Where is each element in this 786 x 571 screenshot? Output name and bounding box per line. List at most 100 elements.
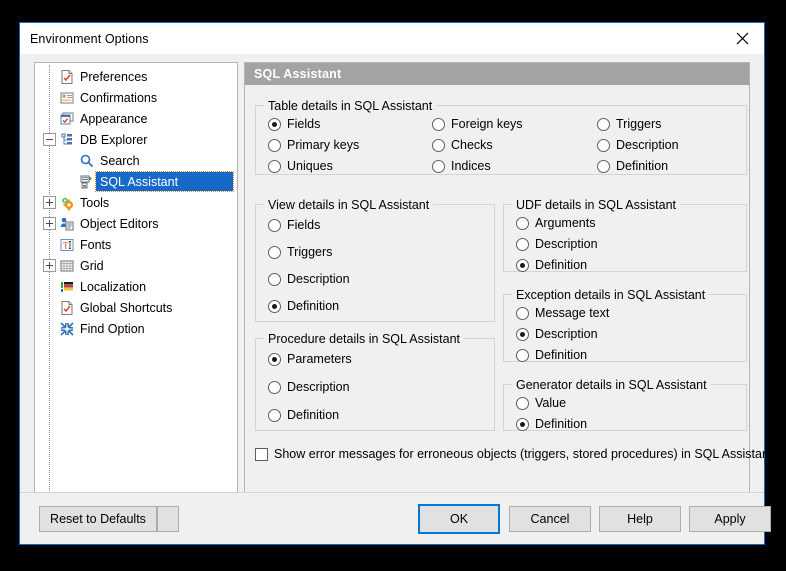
group-legend: Table details in SQL Assistant bbox=[264, 99, 436, 113]
reset-to-defaults-button[interactable]: Reset to Defaults bbox=[39, 506, 157, 532]
group-view-details: View details in SQL Assistant Fields Tri… bbox=[255, 204, 495, 322]
radio-udf-definition[interactable]: Definition bbox=[516, 258, 587, 272]
preferences-icon bbox=[59, 69, 76, 85]
radio-generator-value[interactable]: Value bbox=[516, 396, 566, 410]
cancel-label: Cancel bbox=[531, 512, 570, 526]
radio-exception-description[interactable]: Description bbox=[516, 327, 598, 341]
sidebar-item-db-explorer[interactable]: DB Explorer bbox=[35, 129, 237, 150]
global-shortcuts-icon bbox=[59, 300, 76, 316]
radio-table-triggers[interactable]: Triggers bbox=[597, 117, 661, 131]
sidebar-item-localization[interactable]: Localization bbox=[35, 276, 237, 297]
sidebar-item-search[interactable]: Search bbox=[35, 150, 237, 171]
radio-view-definition[interactable]: Definition bbox=[268, 299, 339, 313]
db-explorer-icon bbox=[59, 132, 76, 148]
radio-label: Checks bbox=[451, 138, 493, 152]
checkbox-show-error-messages[interactable]: Show error messages for erroneous object… bbox=[255, 447, 772, 461]
sidebar-item-label: Preferences bbox=[76, 70, 152, 84]
radio-label: Description bbox=[535, 327, 598, 341]
sidebar-item-sql-assistant[interactable]: SQL Assistant bbox=[35, 171, 237, 192]
dialog-body: Preferences Confirmations bbox=[20, 54, 764, 492]
checkbox-label: Show error messages for erroneous object… bbox=[274, 447, 772, 461]
radio-indicator bbox=[516, 328, 529, 341]
object-editors-icon bbox=[59, 216, 76, 232]
radio-indicator bbox=[268, 300, 281, 313]
radio-label: Definition bbox=[287, 299, 339, 313]
sidebar-item-label: Object Editors bbox=[76, 217, 164, 231]
radio-indicator bbox=[516, 418, 529, 431]
radio-indicator bbox=[516, 307, 529, 320]
options-tree[interactable]: Preferences Confirmations bbox=[34, 62, 238, 502]
radio-udf-arguments[interactable]: Arguments bbox=[516, 216, 595, 230]
radio-label: Message text bbox=[535, 306, 609, 320]
radio-table-description[interactable]: Description bbox=[597, 138, 679, 152]
radio-indicator bbox=[268, 139, 281, 152]
radio-table-definition[interactable]: Definition bbox=[597, 159, 668, 173]
radio-view-triggers[interactable]: Triggers bbox=[268, 245, 332, 259]
sql-assistant-icon bbox=[79, 174, 96, 190]
radio-label: Uniques bbox=[287, 159, 333, 173]
expander-plus-icon[interactable] bbox=[43, 196, 56, 209]
sidebar-item-grid[interactable]: Grid bbox=[35, 255, 237, 276]
radio-label: Description bbox=[287, 380, 350, 394]
radio-view-fields[interactable]: Fields bbox=[268, 218, 320, 232]
radio-exception-message-text[interactable]: Message text bbox=[516, 306, 609, 320]
sidebar-item-tools[interactable]: Tools bbox=[35, 192, 237, 213]
sidebar-item-label: Find Option bbox=[76, 322, 150, 336]
radio-procedure-parameters[interactable]: Parameters bbox=[268, 352, 352, 366]
radio-indicator bbox=[432, 160, 445, 173]
title-bar[interactable]: Environment Options bbox=[20, 23, 764, 54]
reset-to-defaults-dropdown-button[interactable] bbox=[157, 506, 179, 532]
radio-exception-definition[interactable]: Definition bbox=[516, 348, 587, 362]
radio-table-uniques[interactable]: Uniques bbox=[268, 159, 333, 173]
help-label: Help bbox=[627, 512, 653, 526]
radio-label: Definition bbox=[535, 417, 587, 431]
search-icon bbox=[79, 153, 96, 169]
sidebar-item-confirmations[interactable]: Confirmations bbox=[35, 87, 237, 108]
close-icon bbox=[736, 32, 749, 45]
ok-button[interactable]: OK bbox=[418, 504, 500, 534]
sidebar-item-label: SQL Assistant bbox=[96, 175, 183, 189]
appearance-icon bbox=[59, 111, 76, 127]
cancel-button[interactable]: Cancel bbox=[509, 506, 591, 532]
radio-label: Triggers bbox=[287, 245, 332, 259]
expander-plus-icon[interactable] bbox=[43, 259, 56, 272]
sidebar-item-label: Confirmations bbox=[76, 91, 162, 105]
expander-plus-icon[interactable] bbox=[43, 217, 56, 230]
sidebar-item-global-shortcuts[interactable]: Global Shortcuts bbox=[35, 297, 237, 318]
ok-label: OK bbox=[450, 512, 468, 526]
radio-udf-description[interactable]: Description bbox=[516, 237, 598, 251]
help-button[interactable]: Help bbox=[599, 506, 681, 532]
find-option-icon bbox=[59, 321, 76, 337]
radio-label: Value bbox=[535, 396, 566, 410]
group-udf-details: UDF details in SQL Assistant Arguments D… bbox=[503, 204, 747, 272]
radio-label: Primary keys bbox=[287, 138, 359, 152]
sidebar-item-find-option[interactable]: Find Option bbox=[35, 318, 237, 339]
reset-to-defaults-label: Reset to Defaults bbox=[50, 512, 146, 526]
radio-table-checks[interactable]: Checks bbox=[432, 138, 493, 152]
radio-procedure-description[interactable]: Description bbox=[268, 380, 350, 394]
group-legend: Generator details in SQL Assistant bbox=[512, 378, 711, 392]
radio-table-indices[interactable]: Indices bbox=[432, 159, 491, 173]
apply-button[interactable]: Apply bbox=[689, 506, 771, 532]
radio-generator-definition[interactable]: Definition bbox=[516, 417, 587, 431]
sidebar-item-fonts[interactable]: T Fonts bbox=[35, 234, 237, 255]
expander-minus-icon[interactable] bbox=[43, 133, 56, 146]
radio-table-foreign-keys[interactable]: Foreign keys bbox=[432, 117, 523, 131]
sidebar-item-preferences[interactable]: Preferences bbox=[35, 66, 237, 87]
radio-indicator bbox=[516, 349, 529, 362]
radio-label: Description bbox=[616, 138, 679, 152]
close-button[interactable] bbox=[720, 24, 764, 54]
radio-indicator bbox=[268, 381, 281, 394]
radio-label: Description bbox=[287, 272, 350, 286]
radio-indicator bbox=[597, 160, 610, 173]
radio-table-fields[interactable]: Fields bbox=[268, 117, 320, 131]
radio-indicator bbox=[516, 397, 529, 410]
radio-indicator bbox=[268, 353, 281, 366]
radio-table-primary-keys[interactable]: Primary keys bbox=[268, 138, 359, 152]
radio-view-description[interactable]: Description bbox=[268, 272, 350, 286]
sidebar-item-appearance[interactable]: Appearance bbox=[35, 108, 237, 129]
sidebar-item-object-editors[interactable]: Object Editors bbox=[35, 213, 237, 234]
group-procedure-details: Procedure details in SQL Assistant Param… bbox=[255, 338, 495, 431]
radio-label: Definition bbox=[535, 258, 587, 272]
radio-procedure-definition[interactable]: Definition bbox=[268, 408, 339, 422]
